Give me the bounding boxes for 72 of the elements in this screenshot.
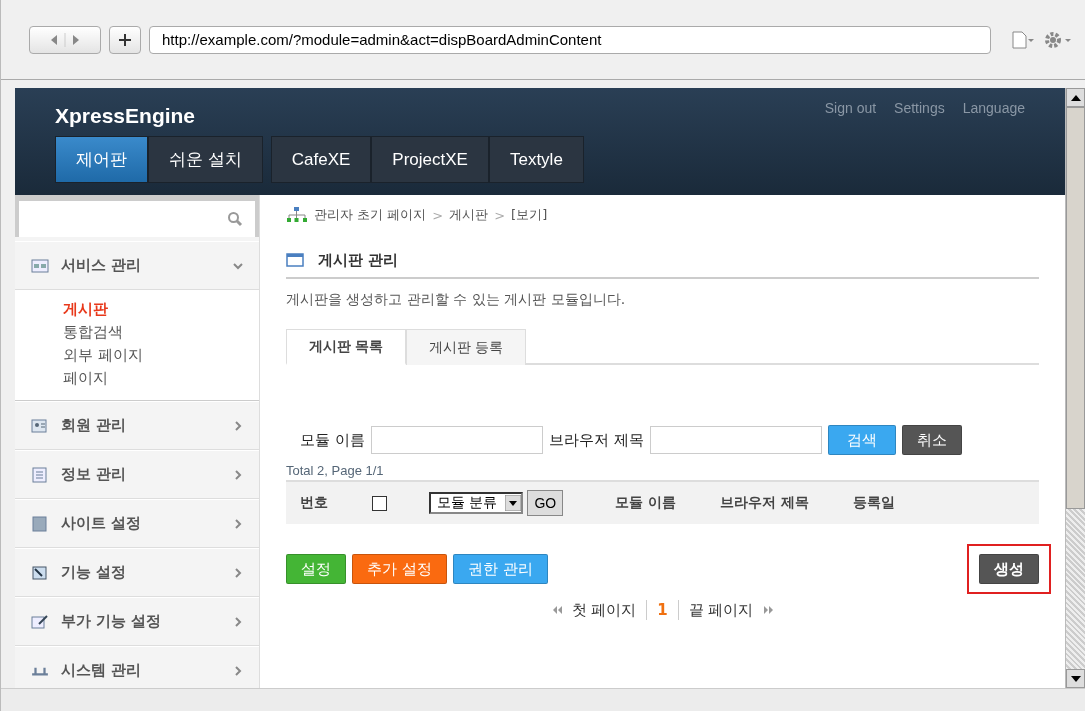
nav-tab[interactable]: 제어판 <box>55 136 148 183</box>
search-icon <box>227 211 243 227</box>
sidebar-search-field[interactable] <box>19 201 255 237</box>
chevron-down-icon <box>233 260 243 271</box>
breadcrumb-link[interactable]: 게시판 <box>449 206 489 224</box>
search-input-field[interactable] <box>649 426 822 454</box>
select-all-checkbox[interactable] <box>372 495 387 511</box>
last-page-link[interactable]: 끝 페이지 <box>688 600 754 620</box>
chevron-right-icon <box>233 518 243 529</box>
search-input-field[interactable] <box>370 426 543 454</box>
sidebar-submenu-item[interactable]: 게시판 <box>63 300 259 319</box>
breadcrumb-link[interactable]: [보기] <box>511 206 548 224</box>
total-count-text: Total 2, Page 1/1 <box>286 463 385 478</box>
new-tab-button[interactable] <box>109 25 141 54</box>
sidebar-submenu-item[interactable]: 통합검색 <box>63 323 259 342</box>
sidebar-submenu-item[interactable]: 페이지 <box>63 369 259 388</box>
sidebar-menu-item[interactable]: 정보 관리 <box>15 450 259 499</box>
column-header: 번호 <box>300 494 328 512</box>
field-label: 브라우저 제목 <box>548 430 644 450</box>
settings-icon[interactable] <box>1043 29 1073 50</box>
header-link[interactable]: Language <box>962 100 1025 116</box>
chevron-right-icon <box>233 567 243 578</box>
breadcrumb-link[interactable]: 관리자 초기 페이지 <box>314 206 427 224</box>
sidebar-menu-item[interactable]: 회원 관리 <box>15 401 259 450</box>
go-button[interactable]: GO <box>527 490 564 516</box>
sidebar-submenu-item[interactable]: 외부 페이지 <box>63 346 259 365</box>
nav-tab[interactable]: Textyle <box>488 136 584 183</box>
page-description: 게시판을 생성하고 관리할 수 있는 게시판 모듈입니다. <box>286 291 627 309</box>
sidebar-menu-item[interactable]: 사이트 설정 <box>15 499 259 548</box>
chevron-right-icon <box>233 420 243 431</box>
screen-icon <box>31 515 49 532</box>
nav-tab[interactable]: ProjectXE <box>371 136 489 183</box>
sidebar-menu-item[interactable]: 부가 기능 설정 <box>15 597 259 646</box>
page-icon[interactable] <box>1011 29 1035 50</box>
logo[interactable]: XpressEngine <box>55 104 196 128</box>
search-form-button[interactable]: 취소 <box>901 425 962 455</box>
nav-tab[interactable]: CafeXE <box>270 136 372 183</box>
chevron-right-icon <box>233 616 243 627</box>
sitemap-icon <box>286 207 308 223</box>
list-icon <box>31 466 49 483</box>
breadcrumb-separator: > <box>432 207 444 223</box>
edit-icon <box>31 613 49 630</box>
window-icon <box>286 252 304 268</box>
scroll-down-icon <box>1070 675 1081 682</box>
dropdown-arrow-icon <box>505 495 522 511</box>
nav-tab[interactable]: 쉬운 설치 <box>148 136 263 183</box>
chevron-right-icon <box>233 665 243 676</box>
double-left-arrow-icon <box>551 606 562 614</box>
first-page-link[interactable]: 첫 페이지 <box>571 600 637 620</box>
sidebar-menu-item[interactable]: 기능 설정 <box>15 548 259 597</box>
vertical-scrollbar[interactable] <box>1065 88 1085 688</box>
scroll-up-icon <box>1070 94 1081 101</box>
column-header: 모듈 이름 <box>615 494 677 512</box>
column-header: 브라우저 제목 <box>720 494 809 512</box>
back-forward-buttons[interactable] <box>29 25 101 54</box>
double-right-arrow-icon <box>763 606 774 614</box>
module-category-dropdown[interactable]: 모듈 분류 <box>429 492 524 514</box>
breadcrumb-separator: > <box>494 207 506 223</box>
header-link[interactable]: Sign out <box>824 100 877 116</box>
header-link[interactable]: Settings <box>894 100 945 116</box>
plus-icon <box>118 32 132 47</box>
tab[interactable]: 게시판 목록 <box>286 329 406 365</box>
tab[interactable]: 게시판 등록 <box>405 329 526 365</box>
resize-icon <box>31 564 49 581</box>
column-header: 등록일 <box>853 494 895 512</box>
field-label: 모듈 이름 <box>300 430 365 450</box>
page-title: 게시판 관리 <box>318 250 399 270</box>
chevron-right-icon <box>233 469 243 480</box>
create-button[interactable]: 생성 <box>979 554 1039 584</box>
address-field[interactable]: http://example.com/?module=admin&act=dispBoardAdminContent <box>149 25 991 54</box>
window-icon <box>31 257 49 274</box>
card-icon <box>31 417 49 434</box>
